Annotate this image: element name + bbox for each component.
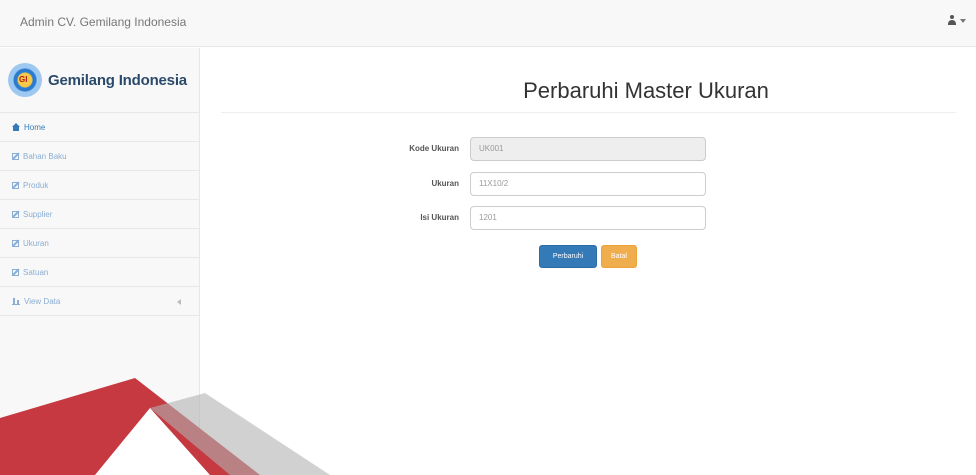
sidebar-item-satuan[interactable]: Satuan [0,258,199,287]
user-icon [947,15,957,26]
perbaruhi-button[interactable]: Perbaruhi [539,245,597,268]
ukuran-input[interactable]: 11X10/2 [470,172,706,196]
sidebar-item-produk[interactable]: Produk [0,171,199,200]
form-actions: Perbaruhi Batal [539,245,637,268]
sidebar-item-label: View Data [24,296,61,306]
sidebar-item-bahan-baku[interactable]: Bahan Baku [0,142,199,171]
top-navbar: Admin CV. Gemilang Indonesia [0,0,976,47]
sidebar-item-label: Satuan [23,267,49,277]
logo-text: Gemilang Indonesia [48,71,187,89]
batal-button[interactable]: Batal [601,245,637,268]
isi-ukuran-input[interactable]: 1201 [470,206,706,230]
edit-icon [12,152,19,160]
edit-icon [12,210,19,218]
sidebar: GI Gemilang Indonesia Home Bahan Baku Pr… [0,48,200,475]
form-row-ukuran: Ukuran 11X10/2 [201,172,976,198]
sidebar-item-home[interactable]: Home [0,113,199,142]
navbar-brand[interactable]: Admin CV. Gemilang Indonesia [20,15,186,29]
sidebar-item-supplier[interactable]: Supplier [0,200,199,229]
company-emblem-icon: GI [8,63,42,97]
sidebar-item-label: Ukuran [23,238,49,248]
edit-icon [12,268,19,276]
field-label: Isi Ukuran [420,213,459,222]
form-row-isi-ukuran: Isi Ukuran 1201 [201,206,976,232]
kode-ukuran-input: UK001 [470,137,706,161]
sidebar-item-ukuran[interactable]: Ukuran [0,229,199,258]
expand-arrow-icon [177,299,181,305]
edit-icon [12,239,19,247]
field-label: Kode Ukuran [409,144,459,153]
page-title: Perbaruhi Master Ukuran [523,78,769,103]
form-row-kode-ukuran: Kode Ukuran UK001 [201,137,976,163]
user-menu-toggle[interactable] [947,15,966,26]
main-content: Perbaruhi Master Ukuran Kode Ukuran UK00… [201,48,976,475]
sidebar-item-view-data[interactable]: View Data [0,287,199,316]
edit-icon [12,181,19,189]
page-header: Perbaruhi Master Ukuran [221,78,956,113]
logo: GI Gemilang Indonesia [0,48,199,113]
sidebar-item-label: Bahan Baku [23,151,67,161]
field-label: Ukuran [431,179,459,188]
home-icon [12,123,20,131]
caret-down-icon [960,18,966,23]
sidebar-nav: Home Bahan Baku Produk Supplier Ukuran S… [0,113,199,316]
sidebar-item-label: Produk [23,180,49,190]
bar-chart-icon [12,297,20,305]
sidebar-item-label: Supplier [23,209,53,219]
sidebar-item-label: Home [24,122,46,132]
